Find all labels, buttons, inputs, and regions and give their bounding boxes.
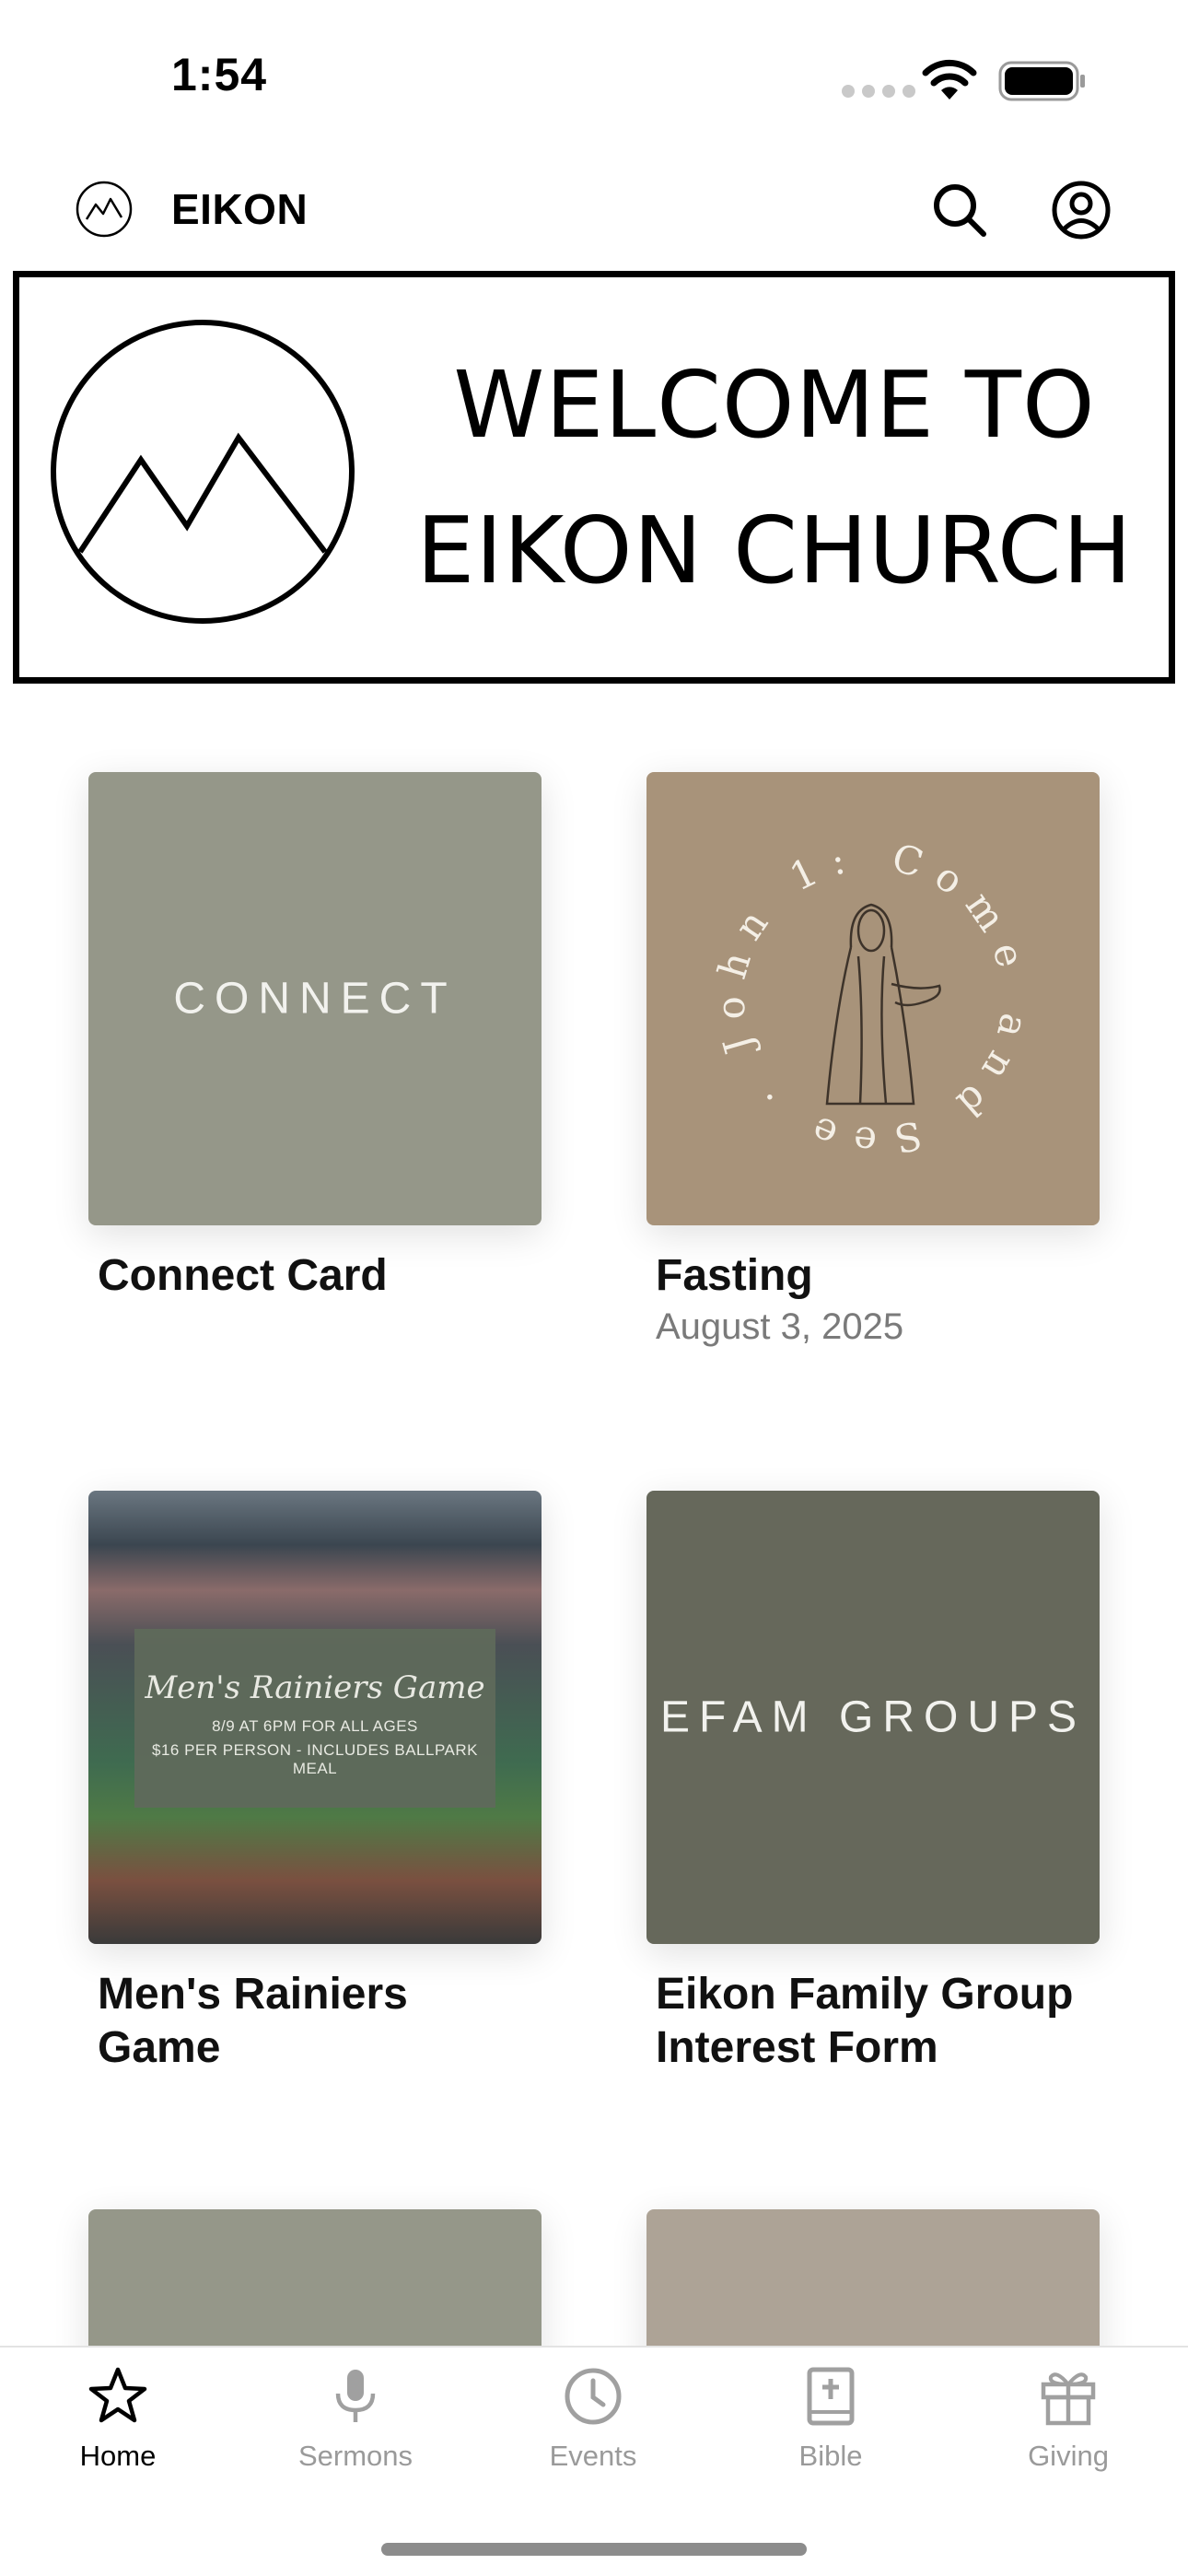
banner-heading: WELCOME TO EIKON CHURCH — [406, 333, 1143, 624]
battery-icon — [998, 61, 1085, 101]
card-title: Men's Rainiers Game — [98, 1970, 408, 2072]
tile-text-efam: EFAM GROUPS — [659, 1692, 1087, 1742]
clock-icon — [565, 2368, 622, 2425]
card-image-rainiers[interactable]: Men's Rainiers Game 8/9 AT 6PM FOR ALL A… — [88, 1491, 542, 1944]
banner-line-1: WELCOME TO — [453, 351, 1096, 459]
overlay-title: Men's Rainiers Game — [145, 1669, 485, 1706]
card-fasting[interactable]: Come and See · John 1:39 · Fasting Augus… — [646, 772, 1100, 1351]
svg-text:Come and See · John 1:39 ·: Come and See · John 1:39 · — [646, 772, 1038, 1165]
star-icon — [88, 2367, 147, 2423]
banner-line-2: EIKON CHURCH — [416, 497, 1133, 604]
card-rainiers-game[interactable]: Men's Rainiers Game 8/9 AT 6PM FOR ALL A… — [88, 1491, 542, 2075]
search-icon[interactable] — [928, 179, 991, 241]
app-title: EIKON — [171, 185, 309, 233]
welcome-banner[interactable]: WELCOME TO EIKON CHURCH — [13, 271, 1175, 684]
card-image-fasting[interactable]: Come and See · John 1:39 · — [646, 772, 1100, 1225]
microphone-icon — [335, 2370, 376, 2422]
tab-bible[interactable]: Bible — [739, 2364, 923, 2473]
wifi-icon — [922, 59, 977, 100]
card-title: Eikon Family Group Interest Form — [656, 1970, 1074, 2072]
card-connect[interactable]: CONNECT Connect Card — [88, 772, 542, 1303]
status-time: 1:54 — [171, 49, 268, 100]
church-logo-icon[interactable] — [76, 181, 133, 238]
overlay-line-1: 8/9 AT 6PM FOR ALL AGES — [212, 1717, 418, 1735]
tab-giving[interactable]: Giving — [976, 2364, 1160, 2473]
card-date: August 3, 2025 — [656, 1306, 904, 1347]
app-header: EIKON — [0, 166, 1188, 269]
mountain-logo-icon — [51, 320, 355, 624]
come-and-see-artwork: Come and See · John 1:39 · — [646, 772, 1038, 1165]
tab-label: Home — [79, 2440, 157, 2472]
gift-icon — [1041, 2372, 1096, 2426]
card-title: Connect Card — [98, 1251, 388, 1300]
bible-icon — [807, 2367, 855, 2426]
card-image-efam[interactable]: EFAM GROUPS — [646, 1491, 1100, 1944]
tile-text-connect: CONNECT — [173, 974, 457, 1024]
card-family-group[interactable]: EFAM GROUPS Eikon Family Group Interest … — [646, 1491, 1100, 2075]
tab-label: Sermons — [297, 2440, 413, 2472]
card-image-connect[interactable]: CONNECT — [88, 772, 542, 1225]
tab-label: Bible — [798, 2440, 863, 2472]
tab-label: Giving — [1028, 2440, 1109, 2472]
cellular-signal-icon — [842, 85, 915, 98]
bottom-tab-bar: Home Sermons Events Bible Giving — [0, 2346, 1188, 2576]
account-icon[interactable] — [1050, 179, 1112, 241]
overlay-line-2: $16 PER PERSON - INCLUDES BALLPARK MEAL — [152, 1741, 478, 1777]
tab-sermons[interactable]: Sermons — [263, 2364, 448, 2473]
tab-home[interactable]: Home — [26, 2364, 210, 2473]
card-title: Fasting — [656, 1251, 813, 1300]
status-bar: 1:54 — [0, 0, 1188, 147]
home-indicator[interactable] — [381, 2543, 807, 2556]
event-overlay: Men's Rainiers Game 8/9 AT 6PM FOR ALL A… — [134, 1629, 495, 1808]
tab-label: Events — [549, 2440, 637, 2472]
tab-events[interactable]: Events — [501, 2364, 685, 2473]
